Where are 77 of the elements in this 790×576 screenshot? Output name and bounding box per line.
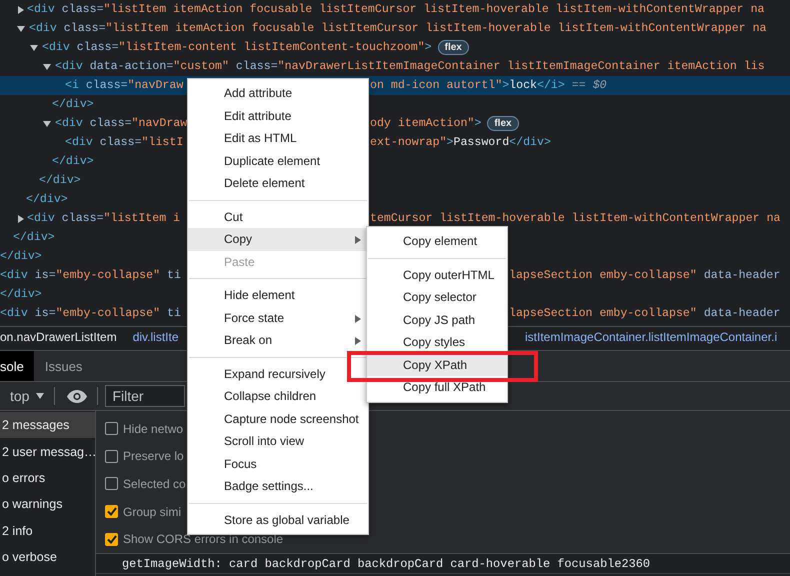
checkbox[interactable] xyxy=(105,505,118,518)
breadcrumb-link[interactable]: div.listIte xyxy=(132,330,179,344)
menu-item[interactable]: Focus xyxy=(188,452,368,475)
code-line[interactable]: <div class="listItem i xyxy=(27,212,180,225)
menu-item[interactable]: Copy JS path xyxy=(367,308,507,331)
menu-item[interactable]: Scroll into view xyxy=(188,430,368,452)
code-line: </div> xyxy=(52,98,94,111)
checkbox[interactable] xyxy=(105,532,118,546)
menu-item[interactable]: Copy XPath xyxy=(367,354,507,376)
disclosure-triangle-icon[interactable] xyxy=(43,64,51,70)
code-line: </div> xyxy=(39,174,81,187)
disclosure-triangle-icon[interactable] xyxy=(18,214,24,222)
breadcrumb-link[interactable]: on.navDrawerListItem xyxy=(0,330,117,344)
disclosure-triangle-icon[interactable] xyxy=(30,44,38,50)
menu-item[interactable]: Collapse children xyxy=(188,385,368,408)
menu-item[interactable]: Cut xyxy=(188,206,368,228)
code-line: </div> xyxy=(0,288,42,301)
filter-field[interactable]: Filter xyxy=(105,385,186,407)
code-line: </div> xyxy=(0,250,42,263)
checkbox-label: Hide netwo xyxy=(123,422,184,436)
checkbox-label: Preserve lo xyxy=(123,449,184,464)
code-line: </div> xyxy=(13,231,55,244)
menu-item[interactable]: Copy outerHTML xyxy=(367,264,507,286)
code-line: lapseSection emby-collapse" data-header xyxy=(509,307,780,320)
checkbox[interactable] xyxy=(105,477,118,490)
checkbox-label: Group simi xyxy=(123,504,182,519)
checkbox-label: Selected co xyxy=(123,476,186,491)
sidebar-item[interactable]: o verbose xyxy=(0,544,95,570)
checkbox[interactable] xyxy=(105,450,118,463)
menu-item[interactable]: Expand recursively xyxy=(188,362,368,385)
sidebar-item[interactable]: o errors xyxy=(0,464,95,492)
panel-tab[interactable]: Issues xyxy=(34,351,94,381)
checkbox-label: Show CORS errors in console xyxy=(123,532,284,546)
breadcrumb-link[interactable]: istItemImageContainer.listItemImageContainer.i xyxy=(525,330,778,344)
menu-item[interactable]: Edit as HTML xyxy=(188,127,368,150)
code-line: <i class="navDraw xyxy=(65,79,184,92)
menu-item[interactable]: Store as global variable xyxy=(188,508,368,531)
checkbox[interactable] xyxy=(105,422,118,436)
menu-item[interactable]: Hide element xyxy=(188,284,368,306)
flex-badge[interactable]: flex xyxy=(487,116,519,131)
sidebar-item[interactable]: 2 info xyxy=(0,518,95,544)
code-line[interactable]: <div is="emby-collapse" ti xyxy=(0,269,181,282)
caret-icon xyxy=(36,393,44,399)
code-line[interactable]: <div data-action="custom" class="navDrawerListItemImageContainer listItemImageContainer itemAction lis xyxy=(55,60,765,73)
sidebar-item[interactable]: 2 user messag… xyxy=(0,438,95,465)
menu-item[interactable]: Edit attribute xyxy=(188,104,368,127)
code-line[interactable]: <div class="listItem itemAction focusable listItemCursor listItem-hoverable listItem-withContentWrapper na xyxy=(29,22,766,35)
context-selector[interactable]: top xyxy=(0,388,44,404)
sidebar-item[interactable]: o warnings xyxy=(0,491,95,518)
panel-tab[interactable]: sole xyxy=(0,351,34,381)
code-line: ext-nowrap">Password</div> xyxy=(370,136,551,149)
code-line[interactable]: <div class="navDraw xyxy=(55,117,188,130)
disclosure-triangle-icon[interactable] xyxy=(18,6,24,14)
code-line[interactable]: <div class="listItem-content listItemContent-touchzoom"> xyxy=(42,41,432,54)
code-line: temCursor listItem-hoverable listItem-withContentWrapper na xyxy=(370,212,780,225)
console-message: getImageWidth: card backdropCard backdropCard card-hoverable focusable2360 xyxy=(96,554,790,574)
code-line: on md-icon autortl">lock</i> == $0 xyxy=(370,79,607,92)
code-line: ody itemAction"> xyxy=(370,117,482,130)
menu-item[interactable]: Copy xyxy=(188,228,368,250)
disclosure-triangle-icon[interactable] xyxy=(43,120,51,126)
code-line: lapseSection emby-collapse" data-header xyxy=(509,269,780,282)
flex-badge[interactable]: flex xyxy=(438,40,469,55)
sidebar-item[interactable]: 2 messages xyxy=(0,412,95,438)
eye-icon[interactable] xyxy=(67,390,88,402)
menu-item[interactable]: Copy styles xyxy=(367,331,507,354)
code-line[interactable]: <div class="listI xyxy=(65,136,184,149)
menu-item[interactable]: Duplicate element xyxy=(188,150,368,172)
menu-item[interactable]: Copy element xyxy=(367,230,507,252)
code-line[interactable]: <div is="emby-collapse" ti xyxy=(0,307,181,320)
menu-item[interactable]: Copy selector xyxy=(367,286,507,308)
disclosure-triangle-icon[interactable] xyxy=(17,26,25,32)
code-line[interactable]: <div class="listItem itemAction focusable listItemCursor listItem-hoverable listItem-withContentWrapper na xyxy=(27,3,764,16)
code-line: </div> xyxy=(52,155,94,168)
menu-item[interactable]: Capture node screenshot xyxy=(188,408,368,430)
code-line: </div> xyxy=(26,193,68,206)
menu-item[interactable]: Badge settings... xyxy=(188,475,368,498)
menu-item[interactable]: Delete element xyxy=(188,172,368,194)
